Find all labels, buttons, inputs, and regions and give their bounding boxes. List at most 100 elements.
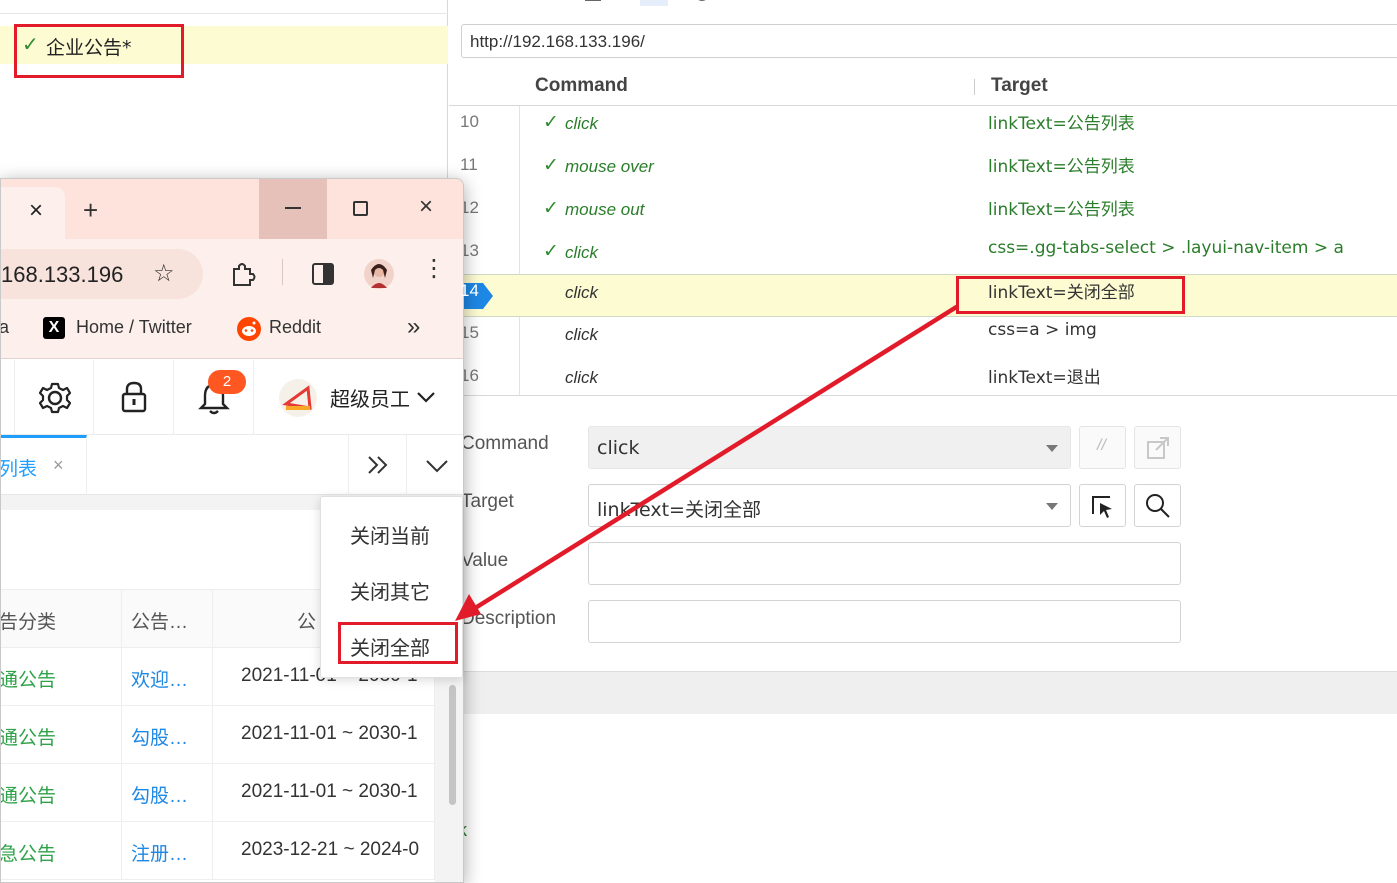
command-row[interactable]: 13 ✓ click css=.gg-tabs-select > .layui-…	[449, 235, 1397, 278]
bookmark-twitter[interactable]: Home / Twitter	[76, 317, 192, 338]
command-select[interactable]: click	[588, 426, 1071, 469]
close-window-button[interactable]: ×	[419, 193, 433, 221]
open-reference-button[interactable]	[1134, 426, 1181, 469]
bookmark-reddit[interactable]: Reddit	[269, 317, 321, 338]
extensions-icon[interactable]	[230, 261, 256, 287]
row-target: css=.gg-tabs-select > .layui-nav-item > …	[988, 238, 1344, 258]
close-tab-icon[interactable]: ×	[53, 455, 64, 476]
tab-announcement-list[interactable]: 列表 ×	[1, 435, 87, 495]
table-cell-title-link[interactable]: 勾股…	[122, 764, 213, 822]
select-target-icon	[1092, 496, 1112, 518]
description-label: Description	[461, 608, 557, 629]
gear-icon	[38, 382, 72, 414]
profile-avatar[interactable]	[363, 258, 395, 290]
table-cell-title-link[interactable]: 注册…	[122, 822, 213, 880]
maximize-button[interactable]	[353, 201, 368, 216]
row-number: 10	[460, 112, 479, 131]
row-number: 11	[460, 155, 478, 174]
chevron-down-icon	[426, 460, 448, 473]
row-target: linkText=公告列表	[988, 157, 1135, 177]
command-label: Command	[461, 433, 549, 454]
table-cell-category: 急公告	[1, 822, 122, 880]
new-tab-button[interactable]: +	[83, 195, 98, 226]
row-target: linkText=公告列表	[988, 114, 1135, 134]
bookmarks-overflow-icon[interactable]: »	[407, 313, 420, 341]
passed-check-icon: ✓	[543, 197, 559, 219]
column-header-title: 公告…	[122, 590, 213, 648]
minimize-icon	[285, 207, 301, 209]
value-input[interactable]	[588, 542, 1181, 585]
command-row[interactable]: 12 ✓ mouse out linkText=公告列表	[449, 192, 1397, 235]
toolbar-separator	[282, 259, 283, 285]
user-name: 超级员工	[330, 387, 410, 411]
address-bar[interactable]: 168.133.196 ☆	[1, 249, 203, 299]
lock-button[interactable]	[94, 360, 174, 435]
command-row[interactable]: 16 click linkText=退出	[449, 360, 1397, 395]
browser-toolbar: 168.133.196 ☆ ⋮	[1, 239, 463, 299]
user-menu[interactable]: 超级员工	[254, 360, 463, 435]
tab-label: 列表	[0, 459, 38, 480]
bookmark-item[interactable]: a	[1, 317, 9, 338]
select-target-button[interactable]	[1079, 484, 1126, 527]
row-target: css=a > img	[988, 320, 1097, 340]
external-link-icon	[1147, 437, 1169, 459]
tabs-menu-button[interactable]	[406, 435, 463, 495]
menu-item-close-current[interactable]: 关闭当前	[350, 520, 430, 549]
close-tab-icon[interactable]: ×	[29, 197, 43, 225]
tabs-scroll-right-button[interactable]	[348, 435, 406, 495]
comment-button[interactable]: //	[1079, 426, 1126, 469]
bookmarks-bar: a X Home / Twitter Reddit »	[1, 299, 463, 359]
search-icon	[1146, 494, 1170, 518]
toolbar-icons-partial	[585, 0, 706, 6]
row-command: mouse over	[565, 157, 654, 176]
table-cell-date: 2021-11-01 ~ 2030-1	[213, 706, 435, 764]
passed-check-icon: ✓	[543, 111, 559, 133]
table-cell-category: 通公告	[1, 648, 122, 706]
notification-count-badge: 2	[208, 370, 246, 394]
double-chevron-right-icon	[368, 456, 388, 474]
command-list: 10 ✓ click linkText=公告列表 11 ✓ mouse over…	[449, 106, 1397, 396]
column-header-target: Target	[991, 75, 1048, 96]
base-url-input[interactable]: http://192.168.133.196/	[461, 24, 1397, 58]
row-command: mouse out	[565, 200, 645, 219]
column-resize-handle[interactable]	[974, 79, 975, 95]
x-twitter-icon: X	[43, 317, 65, 339]
passed-check-icon: ✓	[543, 154, 559, 176]
address-text: 168.133.196	[1, 262, 124, 287]
screenshot-root: ✓ 企业公告* http://192.168.133.196/ Command …	[0, 0, 1397, 883]
minimize-button[interactable]	[259, 179, 327, 239]
value-label: Value	[461, 550, 509, 571]
command-value: click	[597, 437, 640, 459]
table-cell-title-link[interactable]: 欢迎…	[122, 648, 213, 706]
command-row[interactable]: 15 click css=a > img	[449, 317, 1397, 360]
table-cell-date: 2023-12-21 ~ 2024-0	[213, 822, 435, 880]
side-panel-icon[interactable]	[311, 262, 335, 286]
command-row-selected[interactable]: 14 click linkText=关闭全部	[449, 274, 1397, 317]
description-input[interactable]	[588, 600, 1181, 643]
column-header-command: Command	[535, 75, 628, 96]
find-target-button[interactable]	[1134, 484, 1181, 527]
browser-menu-icon[interactable]: ⋮	[422, 254, 446, 283]
command-row[interactable]: 10 ✓ click linkText=公告列表	[449, 106, 1397, 149]
settings-button[interactable]	[15, 360, 94, 435]
avatar	[279, 379, 317, 417]
browser-tab[interactable]: ×	[1, 187, 65, 239]
target-label: Target	[461, 491, 514, 512]
bookmark-star-icon[interactable]: ☆	[153, 259, 175, 288]
table-cell-category: 通公告	[1, 764, 122, 822]
row-target: linkText=退出	[988, 368, 1101, 388]
page-scrollbar[interactable]	[449, 685, 456, 805]
target-input[interactable]: linkText=关闭全部	[588, 484, 1071, 527]
page-tabs-bar: 列表 ×	[1, 435, 463, 495]
column-header-category: 告分类	[1, 590, 122, 648]
table-cell-title-link[interactable]: 勾股…	[122, 706, 213, 764]
table-cell-date: 2021-11-01 ~ 2030-1	[213, 764, 435, 822]
command-row[interactable]: 11 ✓ mouse over linkText=公告列表	[449, 149, 1397, 192]
menu-item-close-others[interactable]: 关闭其它	[350, 576, 430, 605]
reddit-icon	[237, 317, 261, 341]
app-header: 2 超级员工	[1, 360, 463, 435]
panel-top-divider	[0, 0, 448, 14]
chevron-down-icon[interactable]	[1046, 503, 1058, 510]
target-value: linkText=关闭全部	[597, 499, 761, 521]
log-panel-tabs	[449, 671, 1397, 714]
